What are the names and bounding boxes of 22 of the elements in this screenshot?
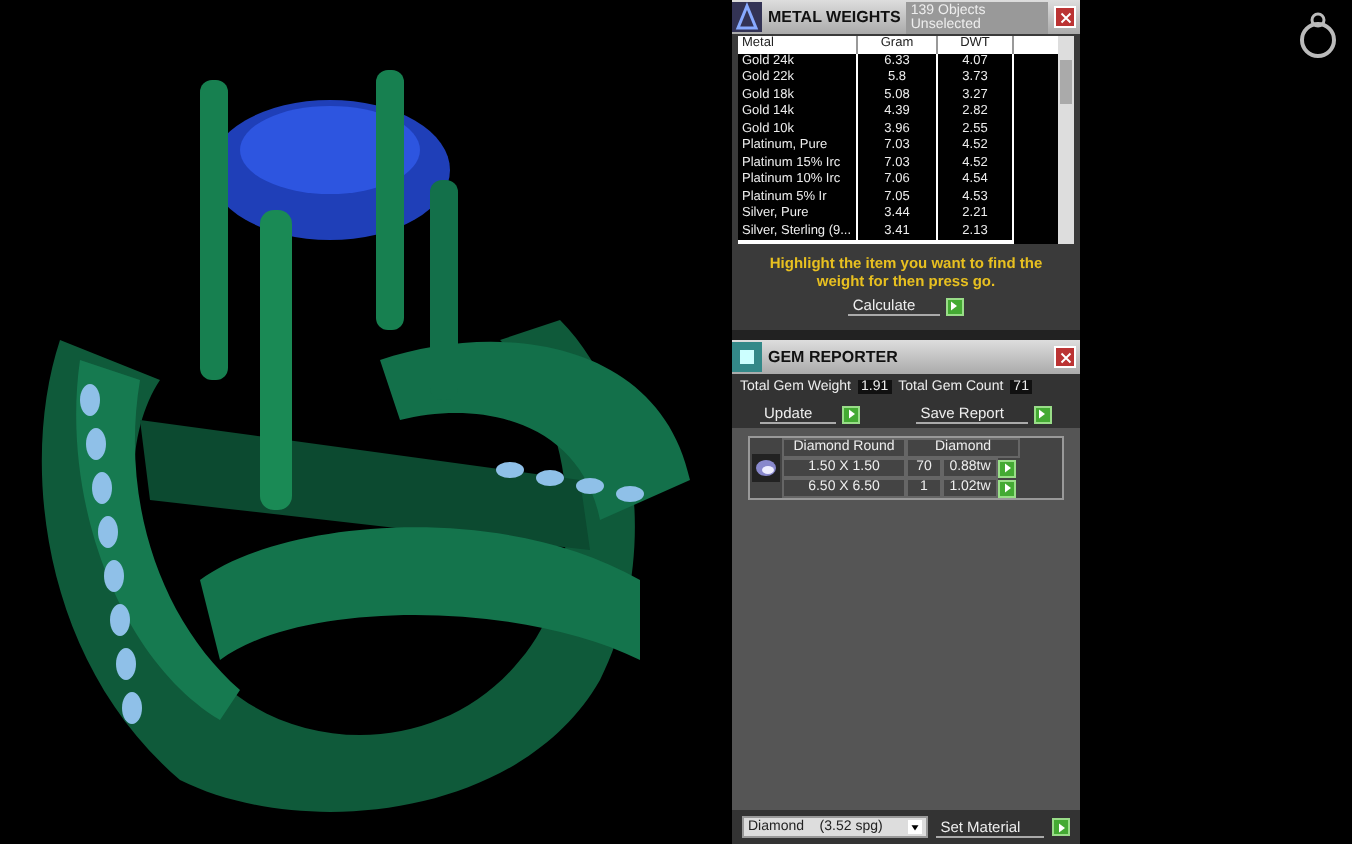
set-material-button[interactable]	[1052, 818, 1070, 836]
play-icon	[845, 408, 858, 420]
close-button[interactable]	[1054, 346, 1076, 368]
play-icon	[948, 300, 961, 312]
scrollbar[interactable]	[1058, 36, 1074, 244]
app-icon	[732, 2, 762, 32]
close-icon	[1059, 11, 1071, 23]
play-icon	[1055, 821, 1068, 833]
caret-icon	[908, 820, 923, 834]
select-gems-button[interactable]	[998, 459, 1016, 477]
play-icon	[1036, 408, 1049, 420]
gem-icon	[752, 454, 780, 482]
save-report-button[interactable]	[1033, 405, 1052, 423]
close-button[interactable]	[1054, 6, 1076, 28]
calculate-button[interactable]	[945, 297, 964, 315]
app-icon	[732, 342, 762, 372]
close-icon	[1059, 351, 1071, 363]
select-gems-button[interactable]	[998, 479, 1016, 497]
panel-title: METAL WEIGHTS	[768, 8, 901, 26]
update-button[interactable]	[842, 405, 861, 423]
ring-icon	[1296, 8, 1340, 60]
panel-title: GEM REPORTER	[768, 348, 898, 366]
